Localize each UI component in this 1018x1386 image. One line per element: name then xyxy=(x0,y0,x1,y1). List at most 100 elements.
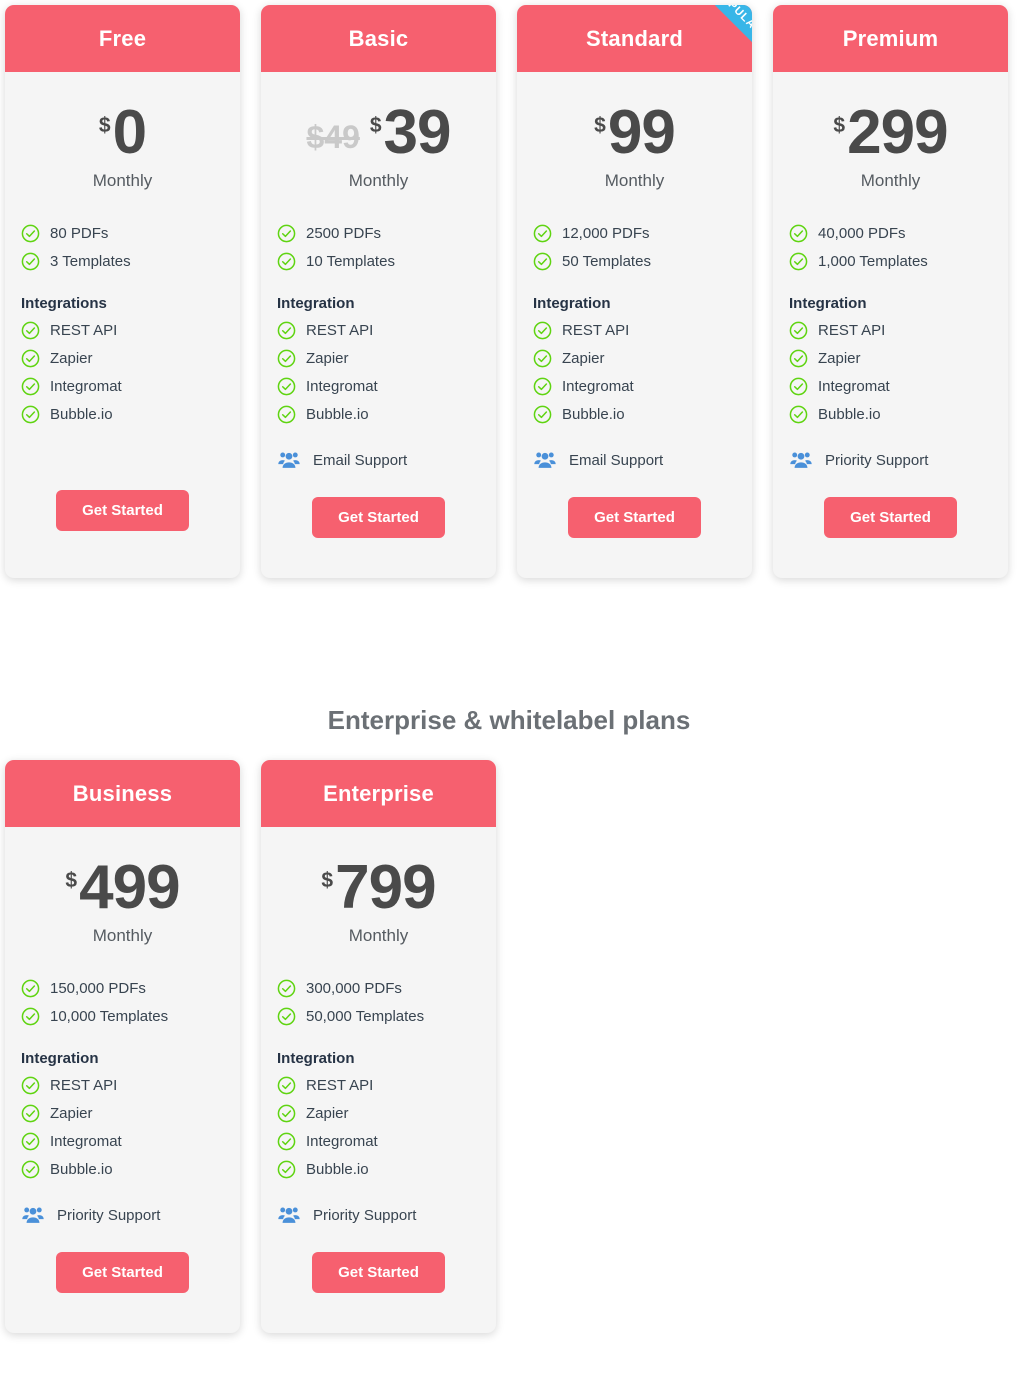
feature-item: REST API xyxy=(533,321,736,340)
feature-item: Bubble.io xyxy=(277,405,480,424)
feature-item: REST API xyxy=(21,321,224,340)
feature-label: 1,000 Templates xyxy=(818,253,928,270)
billing-period: Monthly xyxy=(92,171,153,190)
get-started-button[interactable]: Get Started xyxy=(312,497,445,538)
check-circle-icon xyxy=(533,349,552,368)
check-circle-icon xyxy=(277,377,296,396)
feature-item: 3 Templates xyxy=(21,252,224,271)
get-started-button[interactable]: Get Started xyxy=(56,1252,189,1293)
currency-symbol: $ xyxy=(369,114,382,137)
check-circle-icon xyxy=(277,405,296,424)
support-label: Email Support xyxy=(313,451,408,469)
feature-item: Integromat xyxy=(277,377,480,396)
feature-label: 12,000 PDFs xyxy=(562,225,650,242)
feature-label: Zapier xyxy=(50,350,93,367)
feature-label: Zapier xyxy=(306,1105,349,1122)
support-row: Priority Support xyxy=(773,451,1008,469)
plan-header: Premium xyxy=(773,5,1008,72)
check-circle-icon xyxy=(21,224,40,243)
feature-item: Integromat xyxy=(21,1132,224,1151)
feature-item: 10,000 Templates xyxy=(21,1007,224,1026)
pricing-card-premium: Premium $299 Monthly 40,000 PDFs 1,000 Templ… xyxy=(773,5,1008,578)
primary-plans-row: Free $0 Monthly 80 PDFs 3 Templates Integrati… xyxy=(0,5,1008,578)
plan-name: Standard xyxy=(586,25,683,51)
feature-item: 1,000 Templates xyxy=(789,252,992,271)
plan-name: Business xyxy=(72,780,173,806)
cta-container: Get Started xyxy=(517,497,752,578)
check-circle-icon xyxy=(789,405,808,424)
check-circle-icon xyxy=(533,405,552,424)
feature-item: 80 PDFs xyxy=(21,224,224,243)
plan-price: 799 xyxy=(335,853,436,922)
plan-header: Enterprise xyxy=(261,760,496,827)
support-label: Email Support xyxy=(569,451,664,469)
price-block: $0 Monthly xyxy=(5,72,240,191)
quota-feature-list: 40,000 PDFs 1,000 Templates xyxy=(773,224,1008,271)
feature-label: Integromat xyxy=(50,1133,122,1150)
get-started-button[interactable]: Get Started xyxy=(568,497,701,538)
check-circle-icon xyxy=(277,1160,296,1179)
feature-label: Zapier xyxy=(50,1105,93,1122)
integration-group-title: Integrations xyxy=(21,295,107,312)
check-circle-icon xyxy=(533,321,552,340)
feature-label: Integromat xyxy=(818,378,890,395)
check-circle-icon xyxy=(533,224,552,243)
check-circle-icon xyxy=(21,1007,40,1026)
quota-feature-list: 2500 PDFs 10 Templates xyxy=(261,224,496,271)
price-block: $299 Monthly xyxy=(773,72,1008,191)
feature-item: Zapier xyxy=(789,349,992,368)
integration-feature-list: REST API Zapier Integromat Bubble.io xyxy=(261,1076,496,1179)
currency-symbol: $ xyxy=(594,114,606,137)
feature-label: 50 Templates xyxy=(562,253,651,270)
old-price: $49 xyxy=(306,119,360,155)
support-row: Email Support xyxy=(261,451,496,469)
pricing-card-enterprise: Enterprise $799 Monthly 300,000 PDFs 50,000 … xyxy=(261,760,496,1333)
integration-group-title: Integration xyxy=(277,295,355,312)
price-block: $49 $39 Monthly xyxy=(261,72,496,191)
get-started-button[interactable]: Get Started xyxy=(312,1252,445,1293)
feature-label: Zapier xyxy=(562,350,605,367)
plan-name: Basic xyxy=(348,25,409,51)
users-group-icon xyxy=(790,451,812,469)
users-group-icon xyxy=(278,451,300,469)
get-started-button[interactable]: Get Started xyxy=(824,497,957,538)
feature-label: 3 Templates xyxy=(50,253,131,270)
feature-item: 2500 PDFs xyxy=(277,224,480,243)
cta-container: Get Started xyxy=(261,1252,496,1333)
billing-period: Monthly xyxy=(348,171,409,190)
feature-label: Integromat xyxy=(562,378,634,395)
check-circle-icon xyxy=(277,1104,296,1123)
check-circle-icon xyxy=(533,377,552,396)
feature-label: Bubble.io xyxy=(306,1161,369,1178)
feature-item: Zapier xyxy=(277,1104,480,1123)
pricing-card-free: Free $0 Monthly 80 PDFs 3 Templates Integrati… xyxy=(5,5,240,578)
billing-period: Monthly xyxy=(604,171,665,190)
feature-item: 300,000 PDFs xyxy=(277,979,480,998)
price-block: $499 Monthly xyxy=(5,827,240,946)
support-row: Priority Support xyxy=(261,1206,496,1224)
check-circle-icon xyxy=(21,1104,40,1123)
feature-item: Integromat xyxy=(21,377,224,396)
quota-feature-list: 300,000 PDFs 50,000 Templates xyxy=(261,979,496,1026)
users-group-icon xyxy=(278,1206,300,1224)
plan-price: 99 xyxy=(607,98,676,167)
feature-label: REST API xyxy=(306,322,374,339)
feature-label: 10 Templates xyxy=(306,253,395,270)
support-label: Priority Support xyxy=(57,1206,161,1224)
plan-price: 499 xyxy=(79,853,180,922)
feature-label: 40,000 PDFs xyxy=(818,225,906,242)
check-circle-icon xyxy=(21,1160,40,1179)
get-started-button[interactable]: Get Started xyxy=(56,490,189,531)
feature-label: Integromat xyxy=(306,378,378,395)
billing-period: Monthly xyxy=(860,171,921,190)
feature-label: REST API xyxy=(562,322,630,339)
feature-label: Integromat xyxy=(50,378,122,395)
feature-label: Bubble.io xyxy=(306,406,369,423)
enterprise-plans-row: Business $499 Monthly 150,000 PDFs 10,000 Te… xyxy=(0,760,496,1333)
feature-item: Integromat xyxy=(789,377,992,396)
cta-container: Get Started xyxy=(5,490,240,570)
feature-label: 300,000 PDFs xyxy=(306,980,402,997)
feature-item: REST API xyxy=(21,1076,224,1095)
cta-container: Get Started xyxy=(261,497,496,578)
feature-item: Bubble.io xyxy=(533,405,736,424)
